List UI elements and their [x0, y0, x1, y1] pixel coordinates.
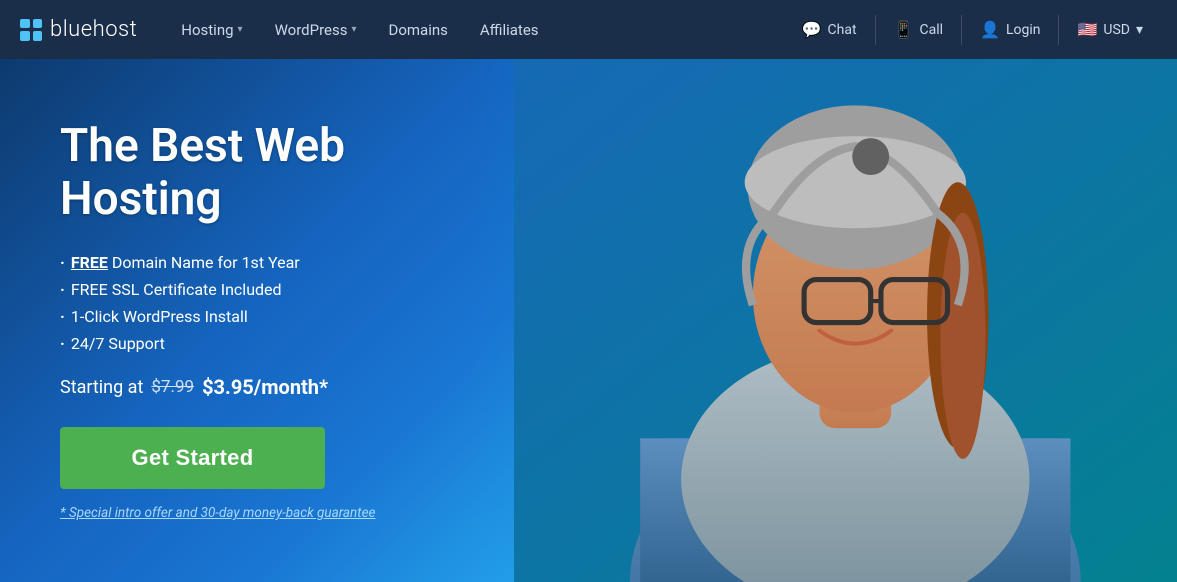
pricing-label: Starting at: [60, 377, 143, 398]
person-svg: [514, 59, 1177, 582]
logo-grid-icon: [20, 19, 42, 41]
feature-free-text: FREE: [71, 253, 108, 272]
feature-item-2: · FREE SSL Certificate Included: [60, 280, 500, 299]
navigation: bluehost Hosting ▾ WordPress ▾ Domains A…: [0, 0, 1177, 59]
nav-links: Hosting ▾ WordPress ▾ Domains Affiliates: [167, 0, 787, 59]
chat-icon: 💬: [802, 20, 822, 39]
chat-button[interactable]: 💬 Chat: [788, 0, 871, 59]
nav-divider: [875, 15, 876, 45]
nav-item-hosting[interactable]: Hosting ▾: [167, 0, 256, 59]
bullet-icon: ·: [60, 334, 65, 353]
nav-divider-2: [961, 15, 962, 45]
feature-item-3: · 1-Click WordPress Install: [60, 307, 500, 326]
old-price: $7.99: [151, 377, 194, 397]
currency-selector[interactable]: 🇺🇸 USD ▾: [1063, 0, 1157, 59]
hero-content: The Best Web Hosting · FREE Domain Name …: [0, 80, 560, 562]
hero-section: The Best Web Hosting · FREE Domain Name …: [0, 59, 1177, 582]
hero-person-image: [514, 59, 1177, 582]
user-icon: 👤: [980, 20, 1000, 39]
feature-item-1: · FREE Domain Name for 1st Year: [60, 253, 500, 272]
brand-name: bluehost: [50, 17, 137, 42]
login-button[interactable]: 👤 Login: [966, 0, 1054, 59]
chevron-down-icon: ▾: [351, 24, 356, 35]
call-button[interactable]: 📱 Call: [880, 0, 957, 59]
nav-actions: 💬 Chat 📱 Call 👤 Login 🇺🇸 USD ▾: [788, 0, 1157, 59]
bullet-icon: ·: [60, 307, 65, 326]
guarantee-text[interactable]: * Special intro offer and 30-day money-b…: [60, 505, 500, 521]
feature-item-4: · 24/7 Support: [60, 334, 500, 353]
nav-divider-3: [1058, 15, 1059, 45]
nav-item-affiliates[interactable]: Affiliates: [466, 0, 553, 59]
nav-item-domains[interactable]: Domains: [374, 0, 461, 59]
pricing-area: Starting at $7.99 $3.95/month*: [60, 375, 500, 399]
chevron-down-icon: ▾: [238, 24, 243, 35]
flag-icon: 🇺🇸: [1077, 20, 1097, 39]
logo[interactable]: bluehost: [20, 17, 137, 42]
phone-icon: 📱: [894, 20, 914, 39]
nav-item-wordpress[interactable]: WordPress ▾: [261, 0, 371, 59]
hero-title: The Best Web Hosting: [60, 120, 500, 226]
new-price: $3.95/month*: [202, 375, 328, 399]
chevron-down-icon: ▾: [1136, 22, 1143, 38]
get-started-button[interactable]: Get Started: [60, 427, 325, 489]
bullet-icon: ·: [60, 280, 65, 299]
bullet-icon: ·: [60, 253, 65, 272]
hero-features-list: · FREE Domain Name for 1st Year · FREE S…: [60, 253, 500, 353]
